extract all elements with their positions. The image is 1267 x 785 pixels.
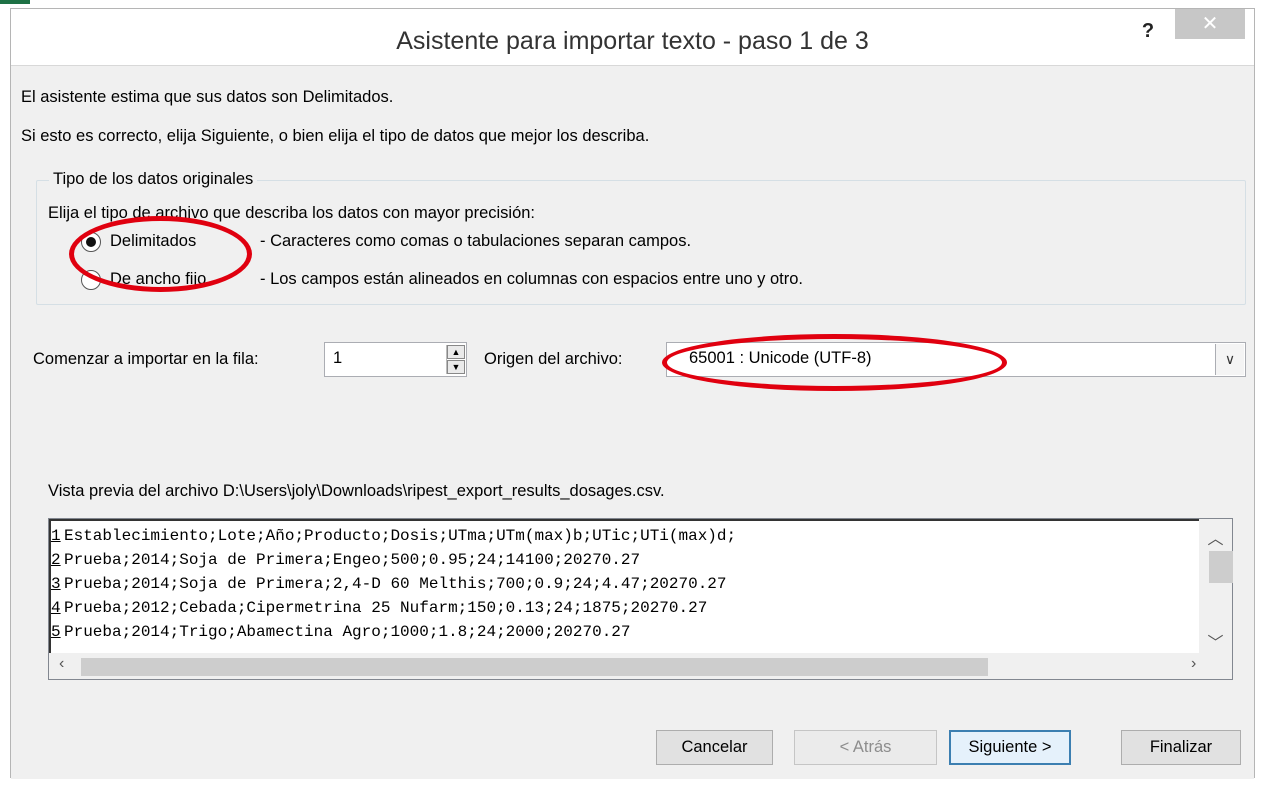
preview-content: 1 Establecimiento;Lote;Año;Producto;Dosis… [49, 519, 1199, 653]
horizontal-scrollbar[interactable]: ‹ › [49, 653, 1232, 679]
close-button[interactable]: ✕ [1175, 9, 1245, 39]
preview-line: 4 Prueba;2012;Cebada;Cipermetrina 25 Nufa… [51, 599, 708, 617]
horizontal-scroll-thumb[interactable] [81, 658, 988, 676]
annotation-circle-delimited [69, 216, 252, 292]
title-bar: Asistente para importar texto - paso 1 d… [11, 9, 1254, 65]
preview-line: 3 Prueba;2014;Soja de Primera;2,4-D 60 Me… [51, 575, 727, 593]
scroll-down-icon[interactable]: ﹀ [1199, 629, 1232, 653]
background-edge [0, 0, 30, 785]
preview-line: 2 Prueba;2014;Soja de Primera;Engeo;500;0… [51, 551, 641, 569]
chevron-down-icon[interactable]: ∨ [1215, 344, 1244, 375]
start-row-spinner[interactable]: 1 ▲ ▼ [324, 342, 467, 377]
start-row-label: Comenzar a importar en la fila: [33, 350, 259, 368]
dialog-title: Asistente para importar texto - paso 1 d… [396, 27, 869, 55]
option-delimited-description: - Caracteres como comas o tabulaciones s… [260, 232, 692, 250]
data-type-group-title: Tipo de los datos originales [49, 170, 258, 189]
help-button[interactable]: ? [1134, 17, 1162, 45]
start-row-value: 1 [333, 349, 343, 367]
intro-line-1: El asistente estima que sus datos son De… [21, 88, 394, 106]
back-button[interactable]: < Atrás [794, 730, 937, 765]
vertical-scroll-thumb[interactable] [1209, 551, 1233, 583]
preview-label: Vista previa del archivo D:\Users\joly\D… [48, 482, 665, 500]
option-fixed-width-description: - Los campos están alineados en columnas… [260, 270, 803, 288]
finish-button[interactable]: Finalizar [1121, 730, 1241, 765]
close-icon: ✕ [1201, 13, 1219, 35]
spinner-arrows[interactable]: ▲ ▼ [446, 345, 465, 374]
intro-line-2: Si esto es correcto, elija Siguiente, o … [21, 127, 650, 145]
annotation-circle-origin [662, 334, 1007, 391]
spinner-up-icon[interactable]: ▲ [447, 345, 465, 359]
scroll-left-icon[interactable]: ‹ [59, 655, 64, 673]
cancel-button[interactable]: Cancelar [656, 730, 773, 765]
preview-line: 5 Prueba;2014;Trigo;Abamectina Agro;1000;… [51, 623, 631, 641]
spinner-down-icon[interactable]: ▼ [447, 360, 465, 374]
excel-accent-mark [0, 0, 30, 4]
file-origin-label: Origen del archivo: [484, 350, 623, 368]
next-button[interactable]: Siguiente > [949, 730, 1071, 765]
vertical-scrollbar[interactable]: ︿ ﹀ [1199, 519, 1233, 653]
file-preview[interactable]: 1 Establecimiento;Lote;Año;Producto;Dosis… [48, 518, 1233, 680]
preview-line: 1 Establecimiento;Lote;Año;Producto;Dosis… [51, 527, 737, 545]
dialog-body: El asistente estima que sus datos son De… [11, 65, 1254, 779]
scroll-right-icon[interactable]: › [1191, 655, 1196, 673]
scroll-up-icon[interactable]: ︿ [1199, 525, 1232, 549]
text-import-wizard-dialog: Asistente para importar texto - paso 1 d… [10, 8, 1255, 779]
